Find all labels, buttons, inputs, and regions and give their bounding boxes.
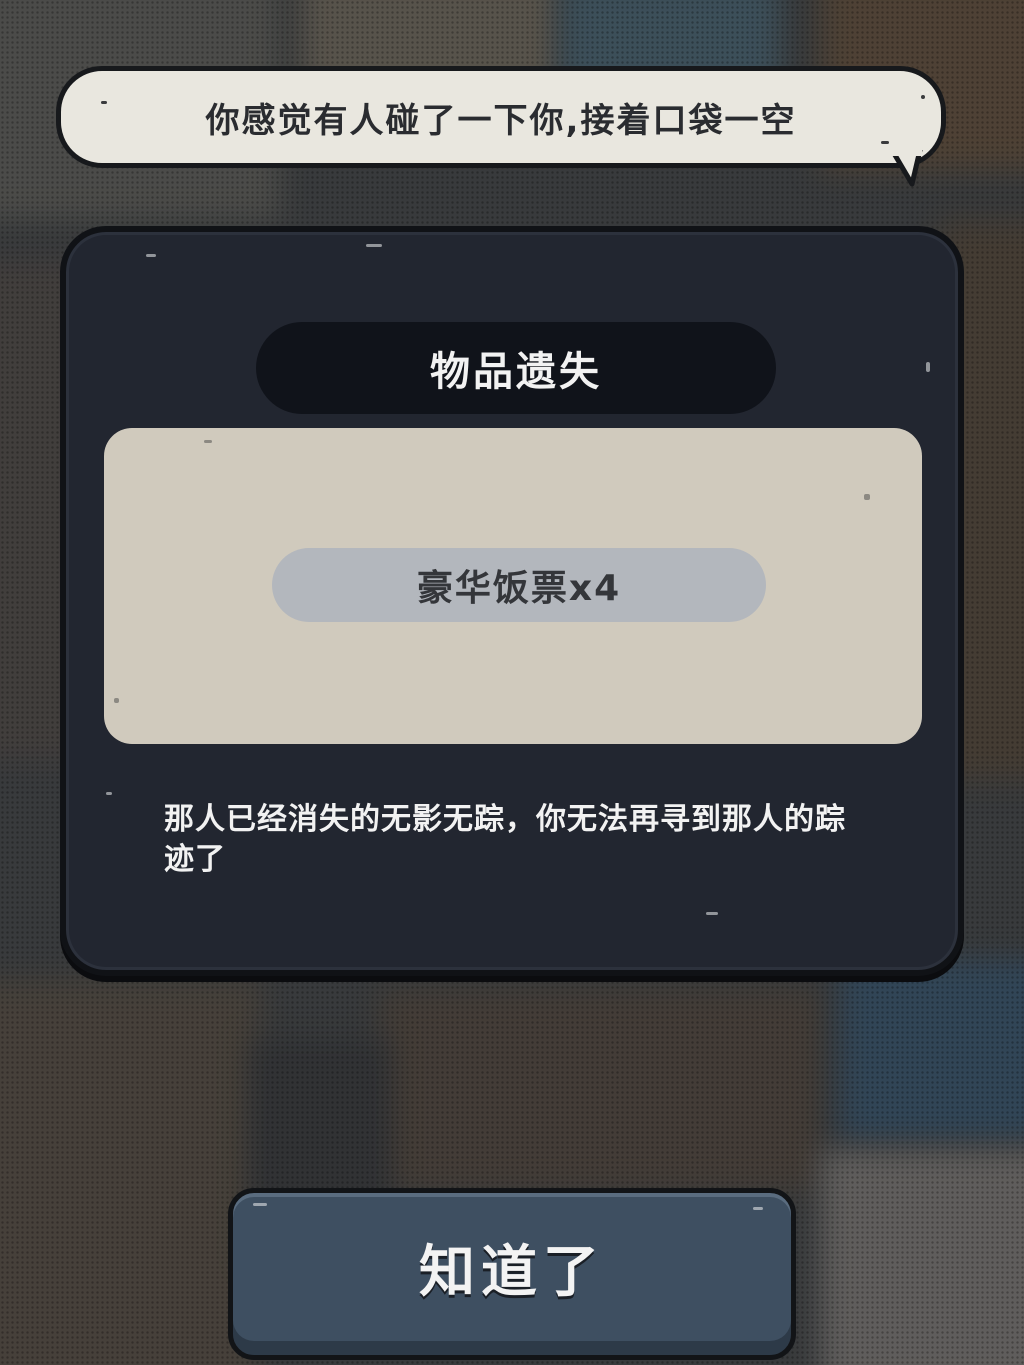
- speech-bubble: 你感觉有人碰了一下你,接着口袋一空: [56, 66, 946, 168]
- dialog-title-bar: 物品遗失: [256, 322, 776, 414]
- lost-item-label: 豪华饭票x4: [416, 568, 622, 609]
- speech-bubble-text: 你感觉有人碰了一下你,接着口袋一空: [205, 100, 797, 141]
- dialog-message: 那人已经消失的无影无踪，你无法再寻到那人的踪迹了: [164, 802, 846, 877]
- lost-items-box: 豪华饭票x4: [104, 428, 922, 744]
- confirm-button-label: 知道了: [419, 1239, 605, 1305]
- confirm-button[interactable]: 知道了: [228, 1188, 796, 1360]
- dialog-title: 物品遗失: [430, 349, 602, 395]
- item-lost-dialog: 物品遗失 豪华饭票x4 那人已经消失的无影无踪，你无法再寻到那人的踪迹了: [60, 226, 964, 976]
- game-scene: 你感觉有人碰了一下你,接着口袋一空 物品遗失 豪华饭票x4 那人已经消失的无影无…: [0, 0, 1024, 1365]
- speech-bubble-tail: [890, 150, 923, 187]
- lost-item-entry: 豪华饭票x4: [272, 548, 766, 622]
